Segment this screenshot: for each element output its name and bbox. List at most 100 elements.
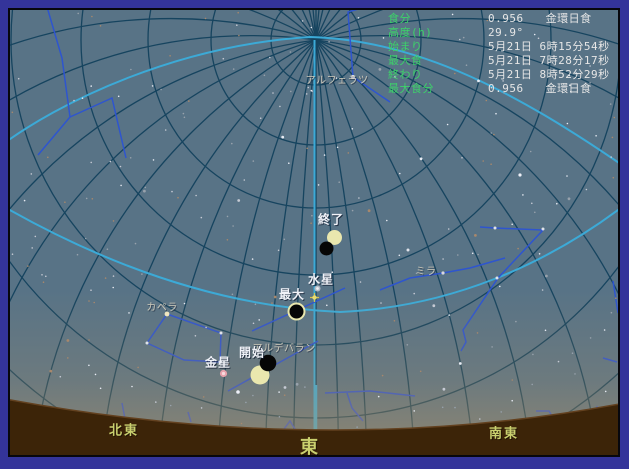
star-dot	[81, 97, 84, 99]
star-dot	[338, 181, 341, 183]
star-dot	[279, 105, 281, 108]
star-dot	[490, 132, 493, 134]
venus-marker[interactable]	[219, 369, 228, 378]
star-dot	[511, 379, 514, 381]
star-dot	[531, 383, 533, 386]
eclipse-end-marker[interactable]	[319, 230, 343, 256]
star-dot	[474, 234, 477, 237]
star-dot	[413, 410, 416, 412]
star-dot	[112, 275, 115, 277]
info-label: 高度(h)	[388, 26, 433, 39]
star-dot	[183, 302, 186, 305]
star-dot	[359, 281, 362, 283]
info-row: 始まり 5月21日 6時15分54秒	[388, 40, 629, 54]
star-dot	[143, 189, 146, 193]
star-dot	[99, 25, 102, 27]
star-dot	[155, 401, 157, 403]
star-dot	[130, 68, 132, 71]
star-dot	[119, 165, 122, 168]
star-dot	[323, 154, 326, 156]
mercury-marker[interactable]	[314, 285, 321, 292]
eclipse-max-marker[interactable]	[287, 302, 306, 321]
star-dot	[295, 382, 299, 386]
star-dot	[615, 297, 617, 300]
info-label: 最大食分	[388, 82, 434, 95]
star-dot	[90, 161, 92, 164]
info-label: 食分	[388, 12, 411, 25]
star-dot	[574, 373, 576, 375]
star-dot	[258, 319, 261, 321]
star-dot	[120, 184, 122, 187]
star-dot	[500, 411, 503, 413]
star-dot	[310, 89, 313, 92]
star-dot	[532, 353, 534, 356]
star-dot	[76, 253, 79, 256]
info-extra: 金環日食	[545, 12, 592, 25]
info-value: 5月21日 6時15分54秒	[488, 40, 610, 53]
star-dot	[104, 277, 107, 279]
star-dot	[381, 374, 384, 377]
star-dot	[90, 85, 92, 87]
star-dot	[482, 160, 485, 162]
star-dot	[290, 90, 292, 93]
moon-disc[interactable]	[259, 354, 277, 372]
star-dot	[415, 272, 418, 275]
moon-disc[interactable]	[319, 241, 334, 256]
star-dot	[91, 198, 94, 200]
named-star-dot	[493, 226, 497, 230]
star-dot	[11, 253, 14, 255]
info-label: 始まり	[388, 40, 423, 53]
star-dot	[281, 135, 285, 139]
star-dot	[522, 194, 524, 196]
star-dot	[117, 95, 120, 98]
named-star-dot	[518, 173, 522, 177]
venus-core	[221, 371, 226, 376]
star-dot	[491, 346, 493, 348]
star-dot	[128, 312, 130, 314]
star-dot	[378, 68, 382, 71]
info-row: 終わり 5月21日 8時52分29秒	[388, 68, 629, 82]
star-dot	[595, 135, 597, 137]
star-dot	[49, 369, 53, 373]
star-dot	[358, 197, 360, 199]
star-dot	[448, 314, 451, 316]
info-label: 最大食	[388, 54, 423, 67]
star-dot	[278, 391, 280, 393]
star-dot	[479, 418, 481, 420]
star-dot	[477, 253, 479, 256]
star-dot	[283, 394, 286, 397]
star-dot	[237, 11, 239, 14]
star-dot	[511, 399, 513, 402]
star-dot	[351, 209, 354, 212]
info-value: 29.9°	[488, 26, 524, 39]
star-dot	[611, 136, 614, 139]
star-dot	[406, 344, 409, 346]
star-dot	[413, 292, 416, 295]
star-dot	[42, 281, 45, 284]
star-dot	[169, 404, 172, 407]
star-dot	[30, 173, 33, 175]
star-dot	[34, 235, 37, 238]
eclipse-info-panel: 食分 0.956 金環日食 高度(h) 29.9° 始まり 5月21日 6時15分54秒…	[388, 12, 629, 96]
star-core	[312, 295, 317, 300]
star-dot	[205, 326, 207, 329]
star-dot	[152, 159, 155, 161]
star-dot	[41, 274, 43, 276]
star-dot	[151, 85, 154, 87]
info-value: 5月21日 7時28分17秒	[488, 54, 610, 67]
star-dot	[269, 56, 271, 59]
sky-view[interactable]: アルフェラツ ミラ カペラ アルデバラン 終了 水星 最大 開始 金星 北東東南東 食分 0.956…	[8, 8, 620, 458]
star-dot	[243, 179, 246, 181]
star-dot	[301, 20, 304, 22]
star-dot	[73, 99, 75, 102]
star-dot	[382, 37, 385, 39]
star-dot	[129, 157, 132, 159]
star-dot	[188, 100, 190, 102]
star-dot	[571, 352, 574, 355]
annular-ring[interactable]	[287, 302, 306, 321]
star-dot	[91, 15, 93, 18]
star-dot	[231, 142, 233, 145]
star-dot	[393, 320, 396, 322]
star-dot	[252, 160, 255, 162]
star-dot	[538, 253, 541, 255]
